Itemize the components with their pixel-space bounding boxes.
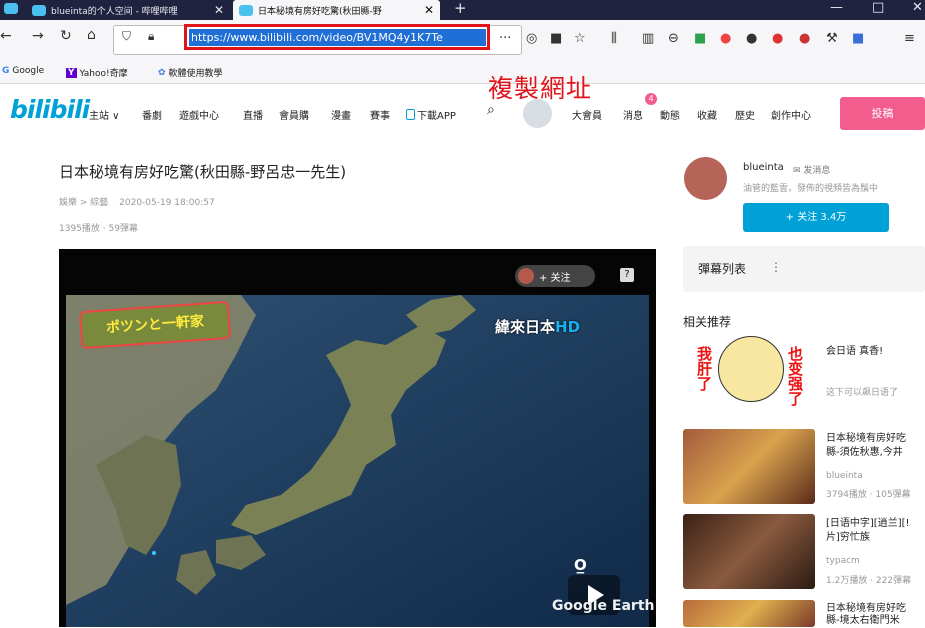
japan-map-image	[66, 295, 649, 627]
bookmarks-bar	[0, 62, 925, 84]
library-icon[interactable]: ⫼	[611, 31, 617, 46]
nav-comics[interactable]: 漫畫	[331, 107, 351, 122]
close-window-button[interactable]: ✕	[912, 0, 923, 15]
danmaku-menu-icon[interactable]: ⋮	[770, 260, 782, 274]
notification-badge: 4	[645, 93, 657, 105]
extension-blue-icon[interactable]: ■	[852, 31, 864, 46]
account-icon[interactable]: ⊖	[668, 31, 679, 46]
uploader-description: 油管的藍雲，發佈的視頻皆為鬚中	[743, 184, 879, 194]
minimize-button[interactable]: —	[830, 0, 843, 15]
nav-anime[interactable]: 番劇	[142, 107, 162, 122]
google-earth-watermark: Google Earth	[552, 598, 655, 614]
related-thumbnail[interactable]	[683, 514, 815, 589]
maximize-button[interactable]: □	[872, 0, 884, 15]
channel-watermark: 緯來日本HD	[495, 318, 581, 336]
send-message-button[interactable]: ✉ 发消息	[793, 163, 830, 176]
yahoo-icon: Y	[66, 67, 77, 78]
video-meta: 娛樂 > 綜藝 2020-05-19 18:00:57	[59, 195, 215, 208]
nav-esports[interactable]: 賽事	[370, 107, 390, 122]
danmaku-label: 彈幕列表	[698, 262, 747, 276]
related-title-line2[interactable]: 片]穷忙族	[826, 531, 870, 545]
home-icon[interactable]: ⌂	[87, 27, 96, 43]
related-title[interactable]: 会日语 真香!	[826, 345, 883, 359]
nav-shop[interactable]: 會員購	[279, 107, 309, 122]
mail-icon: ✉	[793, 166, 801, 176]
close-tab-icon[interactable]: ✕	[214, 3, 224, 17]
nav-game-center[interactable]: 遊戲中心	[179, 107, 219, 122]
close-tab-icon[interactable]: ✕	[424, 3, 434, 17]
corner-logo-icon: O̲	[574, 556, 587, 574]
tab-current-video[interactable]: 日本秘境有房好吃驚(秋田縣-野 ✕	[233, 0, 440, 20]
help-icon[interactable]: ?	[620, 268, 634, 282]
meme-text-left: 我肝了	[695, 346, 713, 391]
follow-button[interactable]: + 关注 3.4万	[743, 203, 889, 232]
menu-icon[interactable]: ≡	[904, 31, 915, 46]
nav-creator-center[interactable]: 創作中心	[771, 107, 811, 122]
related-title[interactable]: [日语中字][逍兰][!	[826, 517, 910, 531]
nav-live[interactable]: 直播	[243, 107, 263, 122]
post-button[interactable]: 投稿	[840, 97, 925, 130]
sidebar-icon[interactable]: ▥	[642, 31, 654, 46]
bilibili-logo[interactable]: bilibili	[10, 95, 90, 124]
new-tab-button[interactable]: +	[454, 0, 467, 17]
extension-icon[interactable]: ■	[550, 31, 562, 46]
mobile-icon	[406, 109, 415, 120]
related-stats: 1.2万播放 · 222彈幕	[826, 576, 912, 586]
bookmark-star-icon[interactable]: ☆	[574, 31, 586, 46]
tab-blueinta-space[interactable]: blueinta的个人空间 - 哔哩哔哩 ✕	[26, 0, 230, 20]
video-stats: 1395播放 · 59彈幕	[59, 224, 138, 234]
back-arrow-icon[interactable]: ←	[0, 28, 12, 44]
uploader-mini-avatar	[518, 268, 534, 284]
follow-overlay-button[interactable]: + 关注	[515, 265, 595, 287]
page-actions-icon[interactable]: ···	[499, 31, 511, 46]
bookmark-yahoo[interactable]: Y Yahoo!奇摩	[66, 66, 128, 79]
shield-icon[interactable]: ⛉	[122, 29, 131, 44]
nav-activity[interactable]: 動態	[660, 107, 680, 122]
related-title[interactable]: 日本秘境有房好吃	[826, 432, 906, 446]
uploader-avatar[interactable]	[684, 157, 727, 200]
related-thumbnail[interactable]	[683, 600, 815, 627]
tutorial-icon: ✿	[158, 67, 166, 78]
pocket-icon[interactable]: ◎	[526, 31, 537, 46]
related-uploader[interactable]: typacm	[826, 556, 860, 566]
reload-icon[interactable]: ↻	[60, 28, 72, 44]
nav-main-site[interactable]: 主站 ∨	[89, 107, 120, 122]
nav-favorites[interactable]: 收藏	[697, 107, 717, 122]
video-date: 2020-05-19 18:00:57	[119, 198, 215, 208]
google-icon: G	[2, 66, 10, 76]
forward-arrow-icon[interactable]: →	[32, 28, 44, 44]
extension-dark-icon[interactable]: ●	[746, 31, 757, 46]
related-title-line2[interactable]: 縣-境太右衛門米	[826, 614, 900, 628]
tab-list-icon[interactable]	[4, 3, 18, 17]
video-category[interactable]: 娛樂 > 綜藝	[59, 198, 108, 208]
related-title-line2[interactable]: 縣-須佐秋惠,今井	[826, 446, 903, 460]
related-heading: 相关推荐	[683, 315, 732, 329]
nav-history[interactable]: 歷史	[735, 107, 755, 122]
bookmark-software-tutorial[interactable]: ✿ 軟體使用教學	[158, 66, 223, 80]
related-thumbnail[interactable]	[683, 429, 815, 504]
related-uploader[interactable]: blueinta	[826, 471, 863, 481]
copy-url-annotation: 複製網址	[488, 74, 593, 103]
video-title: 日本秘境有房好吃驚(秋田縣-野呂忠一先生)	[59, 163, 347, 181]
related-subtitle: 这下可以飙日语了	[826, 388, 899, 398]
extension-shield-icon[interactable]: ●	[772, 31, 783, 46]
meme-face-image	[718, 336, 784, 402]
url-text[interactable]: https://www.bilibili.com/video/BV1MQ4y1K…	[189, 29, 486, 46]
uploader-name[interactable]: blueinta	[743, 162, 784, 173]
bilibili-tab-icon	[32, 4, 46, 16]
extension-red-icon[interactable]: ●	[720, 31, 731, 46]
extension-tool-icon[interactable]: ⚒	[826, 31, 838, 46]
adblock-icon[interactable]: ●	[799, 31, 810, 46]
nav-download-app[interactable]: 下載APP	[406, 107, 456, 122]
browser-tab-bar: blueinta的个人空间 - 哔哩哔哩 ✕ 日本秘境有房好吃驚(秋田縣-野 ✕…	[0, 0, 925, 20]
bookmark-google[interactable]: G Google	[2, 66, 44, 76]
lock-icon[interactable]: 🔒︎	[148, 29, 154, 44]
related-stats: 3794播放 · 105彈幕	[826, 490, 911, 500]
meme-text-right: 也变强了	[786, 346, 804, 406]
bilibili-tab-icon	[239, 4, 253, 16]
nav-vip[interactable]: 大會員	[572, 107, 602, 122]
video-frame[interactable]	[66, 295, 649, 627]
nav-messages[interactable]: 消息	[623, 107, 643, 122]
extension-green-icon[interactable]: ■	[694, 31, 706, 46]
